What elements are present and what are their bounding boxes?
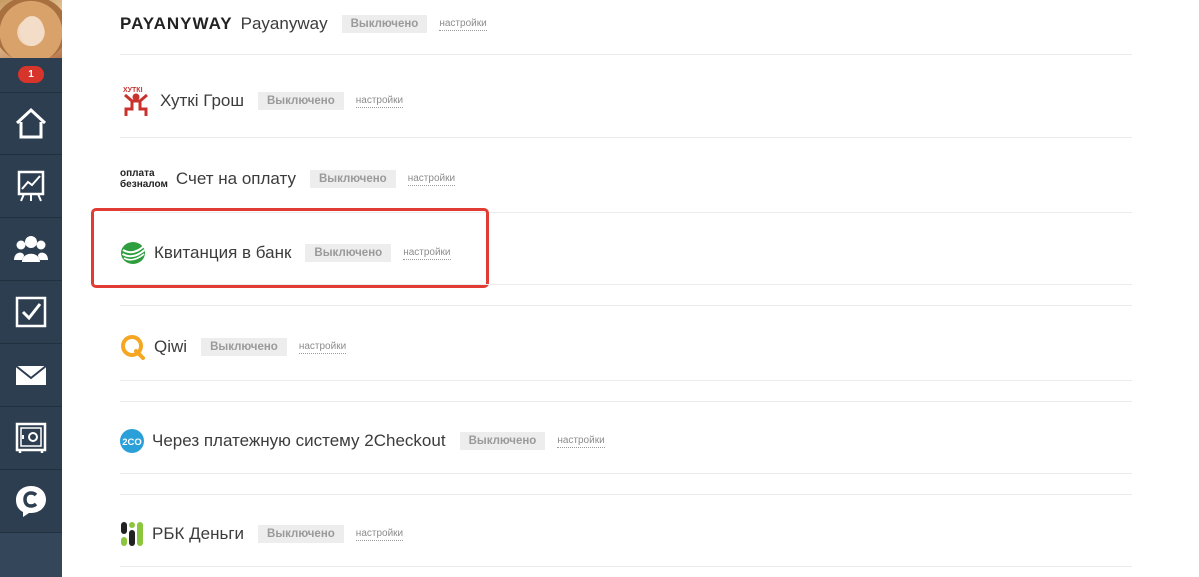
divider [120, 54, 1132, 55]
chat-c-icon [16, 486, 46, 517]
mail-icon [15, 365, 47, 385]
oplata-beznalom-logo: оплата безналом [120, 168, 168, 190]
home-icon [15, 107, 47, 139]
sidebar: 1 [0, 0, 62, 577]
rbk-money-logo [120, 521, 144, 547]
settings-link[interactable]: настройки [557, 435, 605, 448]
payment-row-hutki-grosh: ХУТКІ Хуткі Грош Выключено настройки [120, 83, 1132, 119]
avatar-face [20, 16, 44, 46]
status-badge[interactable]: Выключено [201, 338, 287, 356]
qiwi-icon [121, 335, 145, 360]
divider [120, 473, 1132, 474]
settings-link[interactable]: настройки [407, 173, 456, 186]
settings-link[interactable]: настройки [298, 341, 347, 354]
nav-chat[interactable] [0, 470, 62, 533]
payment-row-payanyway: PAYANYWAY Payanyway Выключено настройки [120, 14, 1132, 34]
payment-row-rbk-money: РБК Деньги Выключено настройки [120, 521, 1132, 547]
nav-reports[interactable] [0, 155, 62, 218]
divider [120, 137, 1132, 138]
payanyway-logo: PAYANYWAY [120, 14, 233, 34]
divider [120, 401, 1132, 402]
qiwi-logo [120, 334, 146, 360]
status-badge[interactable]: Выключено [309, 170, 396, 188]
status-badge[interactable]: Выключено [258, 92, 344, 110]
2checkout-icon: 2CO [120, 429, 144, 453]
divider [120, 566, 1132, 567]
nav-tasks[interactable] [0, 281, 62, 344]
status-badge[interactable]: Выключено [258, 525, 344, 543]
status-badge[interactable]: Выключено [341, 15, 428, 33]
payment-name: РБК Деньги [152, 524, 245, 543]
nav-home[interactable] [0, 92, 62, 155]
rbk-money-icon [121, 522, 143, 546]
notification-badge[interactable]: 1 [18, 66, 44, 83]
settings-link[interactable]: настройки [355, 95, 404, 108]
payment-name: Payanyway [240, 14, 328, 33]
payment-name: Через платежную систему 2Checkout [152, 431, 446, 450]
2checkout-logo-text: 2CO [122, 437, 142, 448]
users-icon [14, 236, 48, 262]
settings-link[interactable]: настройки [355, 528, 404, 541]
divider [120, 284, 1132, 285]
oplata-logo-line2: безналом [120, 179, 168, 190]
safe-icon [15, 422, 47, 453]
sidebar-footer [0, 533, 62, 577]
payment-row-qiwi: Qiwi Выключено настройки [120, 334, 1132, 360]
divider [120, 305, 1132, 306]
hutki-logo-text: ХУТКІ [123, 87, 143, 94]
oplata-logo-line1: оплата [120, 168, 155, 179]
2checkout-logo: 2CO [120, 429, 144, 453]
payment-name: Счет на оплату [175, 169, 296, 188]
divider [120, 380, 1132, 381]
hutki-grosh-logo: ХУТКІ [120, 83, 152, 119]
nav-mail[interactable] [0, 344, 62, 407]
payanyway-logo-text: PAYANYWAY [120, 14, 233, 33]
settings-link[interactable]: настройки [439, 18, 487, 31]
status-badge[interactable]: Выключено [459, 432, 546, 450]
payment-name: Qiwi [154, 337, 188, 356]
payment-name: Хуткі Грош [160, 91, 244, 110]
nav-finance[interactable] [0, 407, 62, 470]
hutki-grosh-icon: ХУТКІ [123, 87, 148, 116]
chart-icon [17, 170, 45, 202]
divider [120, 494, 1132, 495]
checkbox-icon [15, 296, 47, 328]
nav-clients[interactable] [0, 218, 62, 281]
payment-row-invoice: оплата безналом Счет на оплату Выключено… [120, 168, 1132, 190]
payment-row-2checkout: 2CO Через платежную систему 2Checkout Вы… [120, 429, 1132, 453]
notifications[interactable]: 1 [0, 58, 62, 93]
highlight-box [91, 208, 489, 288]
avatar[interactable] [0, 0, 62, 58]
